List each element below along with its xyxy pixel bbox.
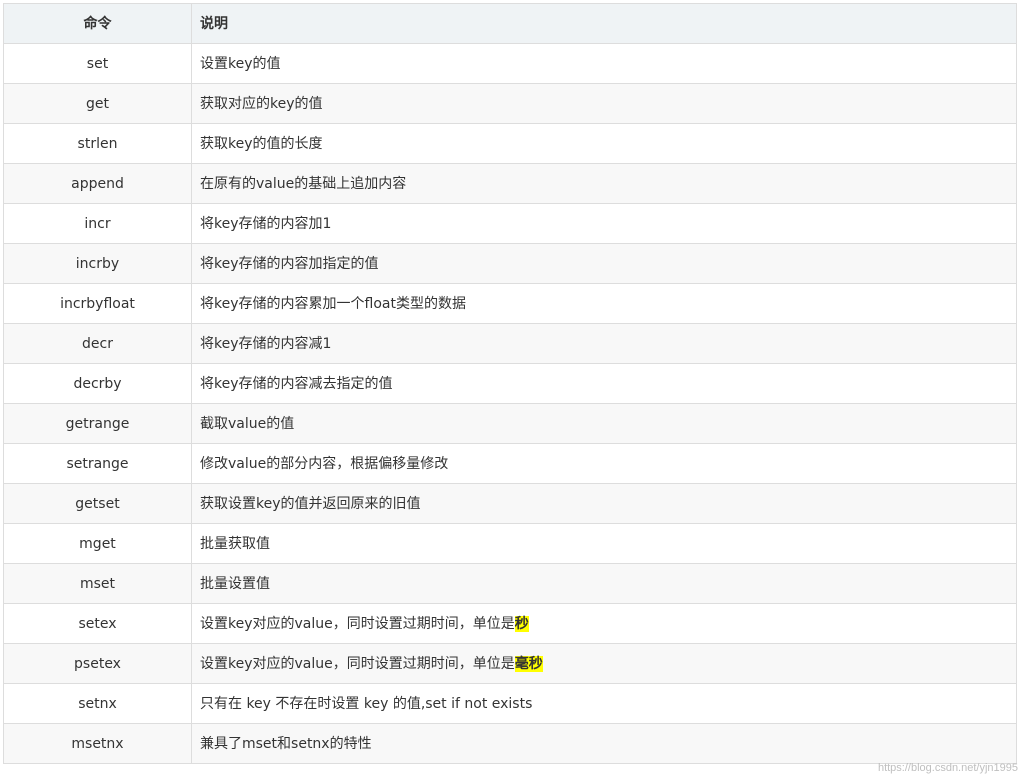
table-row: append 在原有的value的基础上追加内容	[3, 163, 1017, 204]
table-row: incr 将key存储的内容加1	[3, 203, 1017, 244]
command-cell: decrby	[3, 363, 192, 404]
command-table-container: 命令 说明 set 设置key的值 get 获取对应的key的值 strlen 获取key…	[3, 3, 1017, 764]
command-cell: mget	[3, 523, 192, 564]
description-text: 获取key的值的长度	[200, 135, 323, 152]
table-row: set 设置key的值	[3, 43, 1017, 84]
highlighted-unit: 毫秒	[514, 655, 543, 672]
highlighted-unit: 秒	[514, 615, 529, 632]
description-cell: 将key存储的内容加指定的值	[191, 243, 1017, 284]
table-row: mset 批量设置值	[3, 563, 1017, 604]
command-cell: append	[3, 163, 192, 204]
description-cell: 在原有的value的基础上追加内容	[191, 163, 1017, 204]
table-row: setex 设置key对应的value，同时设置过期时间，单位是秒	[3, 603, 1017, 644]
command-cell: msetnx	[3, 723, 192, 764]
command-cell: setex	[3, 603, 192, 644]
command-cell: incr	[3, 203, 192, 244]
redis-string-commands-table: 命令 说明 set 设置key的值 get 获取对应的key的值 strlen 获取key…	[3, 3, 1017, 764]
table-row: setnx 只有在 key 不存在时设置 key 的值,set if not ex…	[3, 683, 1017, 724]
description-cell: 设置key的值	[191, 43, 1017, 84]
table-row: setrange 修改value的部分内容，根据偏移量修改	[3, 443, 1017, 484]
table-row: incrbyfloat 将key存储的内容累加一个float类型的数据	[3, 283, 1017, 324]
description-text: 截取value的值	[200, 415, 295, 432]
description-text: 将key存储的内容减1	[200, 335, 332, 352]
description-text: 将key存储的内容加1	[200, 215, 332, 232]
description-text: 获取对应的key的值	[200, 95, 323, 112]
table-body: set 设置key的值 get 获取对应的key的值 strlen 获取key的值的长度 a…	[3, 43, 1017, 764]
description-cell: 只有在 key 不存在时设置 key 的值,set if not exists	[191, 683, 1017, 724]
table-header-row: 命令 说明	[3, 3, 1017, 44]
description-text: 设置key对应的value，同时设置过期时间，单位是	[200, 615, 515, 632]
description-cell: 设置key对应的value，同时设置过期时间，单位是秒	[191, 603, 1017, 644]
description-cell: 获取对应的key的值	[191, 83, 1017, 124]
header-description: 说明	[191, 3, 1017, 44]
table-row: decr 将key存储的内容减1	[3, 323, 1017, 364]
command-cell: get	[3, 83, 192, 124]
table-row: strlen 获取key的值的长度	[3, 123, 1017, 164]
command-cell: psetex	[3, 643, 192, 684]
table-row: incrby 将key存储的内容加指定的值	[3, 243, 1017, 284]
description-text: 将key存储的内容累加一个float类型的数据	[200, 295, 466, 312]
description-cell: 批量获取值	[191, 523, 1017, 564]
description-text: 只有在 key 不存在时设置 key 的值,set if not exists	[200, 695, 533, 712]
description-text: 批量设置值	[200, 575, 270, 592]
description-text: 设置key的值	[200, 55, 281, 72]
table-row: mget 批量获取值	[3, 523, 1017, 564]
header-command: 命令	[3, 3, 192, 44]
table-row: get 获取对应的key的值	[3, 83, 1017, 124]
table-row: getset 获取设置key的值并返回原来的旧值	[3, 483, 1017, 524]
watermark-text: https://blog.csdn.net/yjn1995	[877, 762, 1018, 774]
command-cell: getrange	[3, 403, 192, 444]
description-text: 获取设置key的值并返回原来的旧值	[200, 495, 421, 512]
table-row: getrange 截取value的值	[3, 403, 1017, 444]
command-cell: strlen	[3, 123, 192, 164]
description-cell: 获取设置key的值并返回原来的旧值	[191, 483, 1017, 524]
description-cell: 修改value的部分内容，根据偏移量修改	[191, 443, 1017, 484]
description-text: 兼具了mset和setnx的特性	[200, 735, 372, 752]
command-cell: setrange	[3, 443, 192, 484]
description-cell: 设置key对应的value，同时设置过期时间，单位是毫秒	[191, 643, 1017, 684]
description-cell: 兼具了mset和setnx的特性	[191, 723, 1017, 764]
command-cell: set	[3, 43, 192, 84]
command-cell: setnx	[3, 683, 192, 724]
description-text: 将key存储的内容减去指定的值	[200, 375, 393, 392]
command-cell: getset	[3, 483, 192, 524]
description-text: 设置key对应的value，同时设置过期时间，单位是	[200, 655, 515, 672]
description-cell: 将key存储的内容减1	[191, 323, 1017, 364]
command-cell: mset	[3, 563, 192, 604]
description-text: 批量获取值	[200, 535, 270, 552]
command-cell: incrby	[3, 243, 192, 284]
command-cell: decr	[3, 323, 192, 364]
description-cell: 将key存储的内容加1	[191, 203, 1017, 244]
description-text: 修改value的部分内容，根据偏移量修改	[200, 455, 449, 472]
description-cell: 批量设置值	[191, 563, 1017, 604]
description-cell: 将key存储的内容累加一个float类型的数据	[191, 283, 1017, 324]
table-row: msetnx 兼具了mset和setnx的特性	[3, 723, 1017, 764]
description-cell: 将key存储的内容减去指定的值	[191, 363, 1017, 404]
description-text: 在原有的value的基础上追加内容	[200, 175, 407, 192]
table-row: decrby 将key存储的内容减去指定的值	[3, 363, 1017, 404]
command-cell: incrbyfloat	[3, 283, 192, 324]
table-row: psetex 设置key对应的value，同时设置过期时间，单位是毫秒	[3, 643, 1017, 684]
description-cell: 截取value的值	[191, 403, 1017, 444]
description-cell: 获取key的值的长度	[191, 123, 1017, 164]
description-text: 将key存储的内容加指定的值	[200, 255, 379, 272]
